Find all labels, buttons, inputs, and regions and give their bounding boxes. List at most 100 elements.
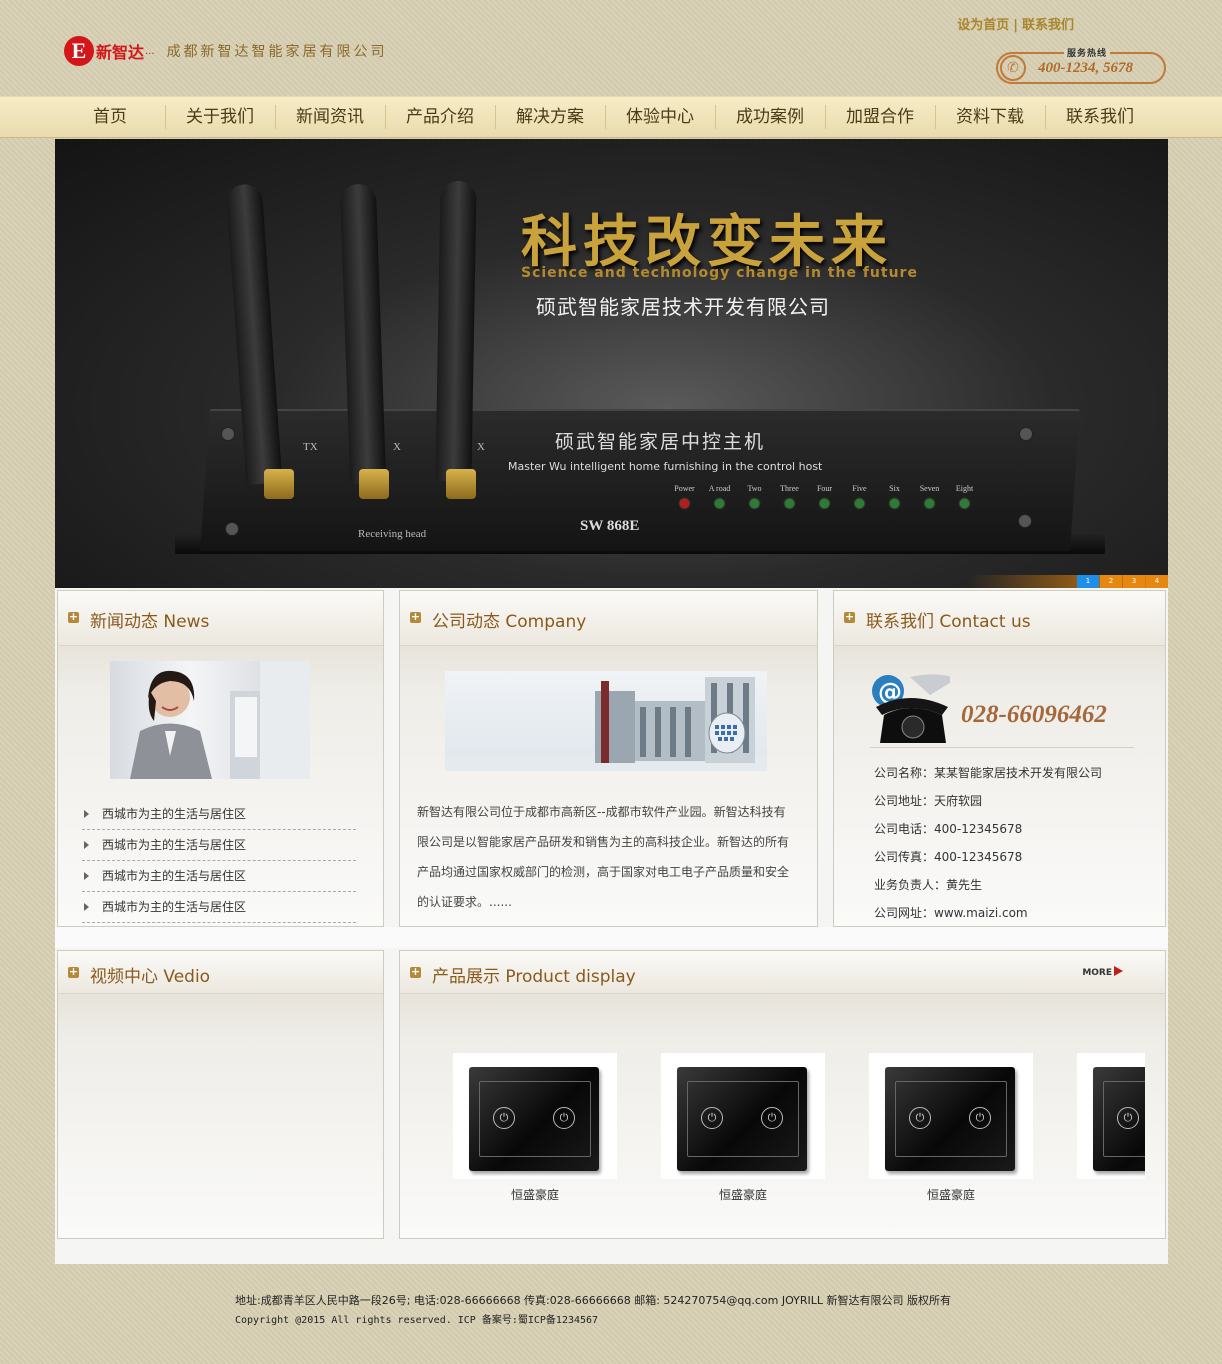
- antenna-connector: [264, 469, 294, 499]
- led-channel: Three: [772, 484, 807, 511]
- logo-mark: E: [64, 36, 94, 66]
- news-item[interactable]: 西城市为主的生活与居住区: [82, 830, 356, 861]
- device-name: 硕武智能家居中控主机: [555, 431, 766, 453]
- plus-icon: +: [68, 610, 79, 623]
- video-panel-header: + 视频中心 Vedio: [58, 951, 383, 994]
- contact-fax: 公司传真：400-12345678: [874, 850, 1023, 864]
- antenna-connector: [446, 469, 476, 499]
- nav-item-downloads[interactable]: 资料下载: [935, 97, 1045, 137]
- plus-icon: +: [68, 965, 79, 978]
- video-panel-title[interactable]: 视频中心 Vedio: [90, 962, 210, 987]
- nav-item-contact[interactable]: 联系我们: [1045, 97, 1155, 137]
- company-panel-title[interactable]: 公司动态 Company: [432, 607, 586, 632]
- product-image: ⏻ ⏻: [661, 1053, 825, 1179]
- antenna-label: TX: [303, 441, 318, 453]
- contact-company-name: 公司名称：某某智能家居技术开发有限公司: [874, 766, 1103, 780]
- company-name: 成都新智达智能家居有限公司: [166, 44, 388, 60]
- products-panel-header: + 产品展示 Product display MORE: [400, 951, 1165, 994]
- news-item[interactable]: 西城市为主的生活与居住区: [82, 799, 356, 830]
- screw: [1018, 514, 1032, 528]
- product-name: 恒盛豪庭: [510, 1188, 559, 1202]
- led-channel: A road: [702, 484, 737, 511]
- top-links: 设为首页 | 联系我们: [957, 18, 1074, 33]
- nav-item-cases[interactable]: 成功案例: [715, 97, 825, 137]
- divider-strip: [55, 927, 1168, 948]
- power-icon: ⏻: [701, 1107, 723, 1129]
- more-link[interactable]: MORE: [1082, 966, 1123, 978]
- hotline-number: 400-1234, 5678: [1038, 60, 1133, 76]
- company-building-image[interactable]: [445, 671, 767, 771]
- antenna-label: X: [477, 441, 485, 453]
- contact-info-list: 公司名称：某某智能家居技术开发有限公司 公司地址：天府软园 公司电话：400-1…: [874, 759, 1102, 927]
- antenna-label: X: [393, 441, 401, 453]
- power-icon: ⏻: [909, 1107, 931, 1129]
- video-panel: + 视频中心 Vedio: [57, 950, 384, 1239]
- pager-dot-3[interactable]: 3: [1123, 575, 1145, 588]
- logo-dots: ...: [145, 45, 155, 57]
- logo[interactable]: E 新智达 ... 成都新智达智能家居有限公司: [64, 36, 388, 66]
- led-channel: Eight: [947, 484, 982, 511]
- pager-dot-2[interactable]: 2: [1100, 575, 1122, 588]
- pager-dot-4[interactable]: 4: [1146, 575, 1168, 588]
- set-homepage-link[interactable]: 设为首页: [957, 18, 1009, 33]
- site-header: E 新智达 ... 成都新智达智能家居有限公司 设为首页 | 联系我们 服务热线 ✆…: [0, 0, 1222, 96]
- led-channel: Seven: [912, 484, 947, 511]
- news-photo[interactable]: [110, 661, 310, 779]
- nav-item-news[interactable]: 新闻资讯: [275, 97, 385, 137]
- pager-dot-1[interactable]: 1: [1077, 575, 1099, 588]
- contact-panel-header: + 联系我们 Contact us: [834, 591, 1165, 646]
- banner-company: 硕武智能家居技术开发有限公司: [536, 295, 830, 319]
- footer-copyright: Copyright @2015 All rights reserved. ICP…: [235, 1315, 599, 1326]
- main-nav: 首页 关于我们 新闻资讯 产品介绍 解决方案 体验中心 成功案例 加盟合作 资料…: [0, 96, 1222, 138]
- product-carousel: ⏻ ⏻ 恒盛豪庭 ⏻ ⏻ 恒盛豪庭 ⏻ ⏻ 恒盛豪庭 ⏻: [452, 1053, 1145, 1203]
- contact-us-link[interactable]: 联系我们: [1022, 18, 1074, 33]
- hero-banner[interactable]: 科技改变未来 Science and technology change in …: [55, 139, 1168, 588]
- nav-item-experience[interactable]: 体验中心: [605, 97, 715, 137]
- contact-website[interactable]: 公司网址：www.maizi.com: [874, 899, 1102, 927]
- footer-address: 地址:成都青羊区人民中路一段26号; 电话:028-66666668 传真:02…: [235, 1294, 952, 1307]
- power-icon: ⏻: [493, 1107, 515, 1129]
- company-description: 新智达有限公司位于成都市高新区--成都市软件产业园。新智达科技有限公司是以智能家…: [417, 805, 790, 909]
- contact-phone: 公司电话：400-12345678: [874, 822, 1023, 836]
- news-item[interactable]: 西城市为主的生活与居住区: [82, 861, 356, 892]
- product-name: 恒盛豪庭: [926, 1188, 975, 1202]
- product-name: 恒盛豪庭: [718, 1188, 767, 1202]
- news-item[interactable]: 西城市为主的生活与居住区: [82, 892, 356, 923]
- plus-icon: +: [410, 610, 421, 623]
- phone-icon: ✆: [1000, 55, 1026, 81]
- products-panel-title[interactable]: 产品展示 Product display: [432, 962, 636, 987]
- screw: [225, 522, 239, 536]
- power-icon: ⏻: [761, 1107, 783, 1129]
- news-panel: + 新闻动态 News 西城市为主的生活与居住区 西城市为主的生活与居住区 西城…: [57, 590, 384, 927]
- nav-item-solutions[interactable]: 解决方案: [495, 97, 605, 137]
- antenna-connector: [359, 469, 389, 499]
- product-card[interactable]: ⏻ ⏻: [1077, 1053, 1145, 1186]
- led-power: Power: [667, 484, 702, 511]
- nav-item-home[interactable]: 首页: [55, 97, 165, 137]
- power-icon: ⏻: [1117, 1107, 1139, 1129]
- news-panel-title[interactable]: 新闻动态 News: [90, 607, 209, 632]
- product-card[interactable]: ⏻ ⏻ 恒盛豪庭: [453, 1053, 617, 1203]
- hotline-label: 服务热线: [1064, 49, 1111, 59]
- plus-icon: +: [410, 965, 421, 978]
- led-channel: Two: [737, 484, 772, 511]
- screw: [1019, 427, 1033, 441]
- antenna: [435, 180, 477, 482]
- nav-item-products[interactable]: 产品介绍: [385, 97, 495, 137]
- divider: [870, 747, 1134, 748]
- device-model: SW 868E: [580, 518, 640, 534]
- nav-item-about[interactable]: 关于我们: [165, 97, 275, 137]
- product-image: ⏻ ⏻: [869, 1053, 1033, 1179]
- contact-person: 业务负责人：黄先生: [874, 878, 983, 892]
- site-footer: 地址:成都青羊区人民中路一段26号; 电话:028-66666668 传真:02…: [235, 1291, 951, 1331]
- product-card[interactable]: ⏻ ⏻ 恒盛豪庭: [661, 1053, 825, 1203]
- screw: [221, 427, 235, 441]
- product-image: ⏻ ⏻: [453, 1053, 617, 1179]
- contact-panel-title[interactable]: 联系我们 Contact us: [866, 607, 1031, 632]
- nav-item-franchise[interactable]: 加盟合作: [825, 97, 935, 137]
- power-icon: ⏻: [969, 1107, 991, 1129]
- news-list: 西城市为主的生活与居住区 西城市为主的生活与居住区 西城市为主的生活与居住区 西…: [82, 799, 356, 923]
- product-card[interactable]: ⏻ ⏻ 恒盛豪庭: [869, 1053, 1033, 1203]
- banner-pager: 1 2 3 4: [1076, 575, 1168, 588]
- product-image: ⏻ ⏻: [1077, 1053, 1145, 1179]
